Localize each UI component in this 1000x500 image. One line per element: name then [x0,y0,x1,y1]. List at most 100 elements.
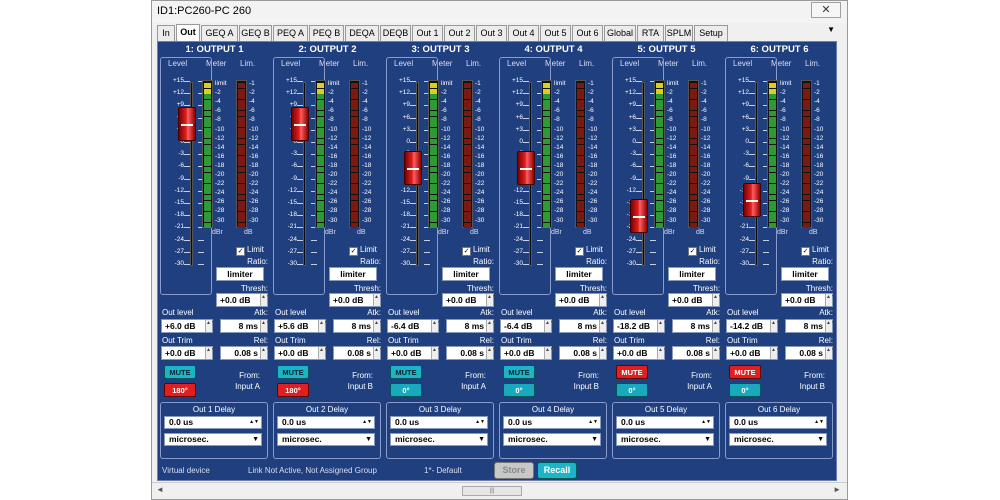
out-level-field[interactable]: +6.0 dB ▲▼ [161,319,216,333]
spin-arrows-icon[interactable]: ▲▼ [712,294,723,306]
delay-value-field[interactable]: 0.0 us ▲▼ [277,416,375,429]
limit-checkbox[interactable]: ✓ Limit [801,245,829,256]
fader-track[interactable] [755,82,758,266]
out-level-field[interactable]: -14.2 dB ▲▼ [726,319,781,333]
tab-splm[interactable]: SPLM [665,25,693,41]
scroll-left-icon[interactable]: ◄ [156,485,164,494]
rel-field[interactable]: 0.08 s ▲▼ [220,346,271,360]
spin-arrows-icon[interactable]: ▲▼ [657,320,668,332]
fader-knob[interactable] [630,199,648,233]
delay-unit-select[interactable]: microsec. ▼ [164,433,262,446]
limit-checkbox[interactable]: ✓ Limit [349,245,377,256]
out-level-field[interactable]: -6.4 dB ▲▼ [500,319,555,333]
atk-field[interactable]: 8 ms ▲▼ [446,319,497,333]
spin-arrows-icon[interactable]: ▲▼ [599,320,610,332]
dropdown-arrow-icon[interactable]: ▼ [817,434,824,445]
spin-arrows-icon[interactable]: ▲▼ [249,417,259,428]
tab-global[interactable]: Global [604,25,636,41]
atk-field[interactable]: 8 ms ▲▼ [220,319,271,333]
rel-field[interactable]: 0.08 s ▲▼ [672,346,723,360]
tab-in[interactable]: In [157,25,175,41]
atk-field[interactable]: 8 ms ▲▼ [559,319,610,333]
dropdown-arrow-icon[interactable]: ▼ [704,434,711,445]
spin-arrows-icon[interactable]: ▲▼ [260,320,271,332]
tab-out-3[interactable]: Out 3 [476,25,507,41]
tab-deqb[interactable]: DEQB [380,25,411,41]
mute-button[interactable]: MUTE [616,365,648,379]
ratio-field[interactable]: limiter [216,267,264,281]
mute-button[interactable]: MUTE [729,365,761,379]
store-button[interactable]: Store [494,462,534,479]
scroll-right-icon[interactable]: ► [833,485,841,494]
tab-setup[interactable]: Setup [694,25,728,41]
phase-button[interactable]: 180° [164,383,196,397]
rel-field[interactable]: 0.08 s ▲▼ [785,346,836,360]
spin-arrows-icon[interactable]: ▲▼ [657,347,668,359]
spin-arrows-icon[interactable]: ▲▼ [205,320,216,332]
phase-button[interactable]: 0° [729,383,761,397]
fader-knob[interactable] [404,151,422,185]
spin-arrows-icon[interactable]: ▲▼ [486,294,497,306]
phase-button[interactable]: 180° [277,383,309,397]
dropdown-arrow-icon[interactable]: ▼ [365,434,372,445]
spin-arrows-icon[interactable]: ▲▼ [770,320,781,332]
fader-knob[interactable] [743,182,761,217]
thresh-field[interactable]: +0.0 dB ▲▼ [668,293,723,307]
delay-unit-select[interactable]: microsec. ▼ [503,433,601,446]
delay-value-field[interactable]: 0.0 us ▲▼ [729,416,827,429]
delay-unit-select[interactable]: microsec. ▼ [616,433,714,446]
dropdown-arrow-icon[interactable]: ▼ [591,434,598,445]
delay-unit-select[interactable]: microsec. ▼ [390,433,488,446]
out-trim-field[interactable]: +0.0 dB ▲▼ [387,346,442,360]
limit-check-box[interactable]: ✓ [236,247,245,256]
spin-arrows-icon[interactable]: ▲▼ [544,347,555,359]
atk-field[interactable]: 8 ms ▲▼ [333,319,384,333]
thresh-field[interactable]: +0.0 dB ▲▼ [781,293,836,307]
delay-value-field[interactable]: 0.0 us ▲▼ [164,416,262,429]
ratio-field[interactable]: limiter [781,267,829,281]
spin-arrows-icon[interactable]: ▲▼ [825,347,836,359]
spin-arrows-icon[interactable]: ▲▼ [712,320,723,332]
horizontal-scrollbar[interactable]: ◄ ||| ► [152,482,847,499]
phase-button[interactable]: 0° [616,383,648,397]
spin-arrows-icon[interactable]: ▲▼ [373,294,384,306]
spin-arrows-icon[interactable]: ▲▼ [544,320,555,332]
limit-check-box[interactable]: ✓ [688,247,697,256]
fader-track[interactable] [642,82,645,266]
atk-field[interactable]: 8 ms ▲▼ [785,319,836,333]
spin-arrows-icon[interactable]: ▲▼ [362,417,372,428]
spin-arrows-icon[interactable]: ▲▼ [318,320,329,332]
spin-arrows-icon[interactable]: ▲▼ [373,320,384,332]
spin-arrows-icon[interactable]: ▲▼ [486,320,497,332]
ratio-field[interactable]: limiter [329,267,377,281]
limit-checkbox[interactable]: ✓ Limit [688,245,716,256]
out-trim-field[interactable]: +0.0 dB ▲▼ [500,346,555,360]
spin-arrows-icon[interactable]: ▲▼ [373,347,384,359]
scroll-thumb[interactable]: ||| [462,486,522,496]
limit-check-box[interactable]: ✓ [801,247,810,256]
spin-arrows-icon[interactable]: ▲▼ [260,347,271,359]
thresh-field[interactable]: +0.0 dB ▲▼ [329,293,384,307]
tab-out-4[interactable]: Out 4 [508,25,539,41]
mute-button[interactable]: MUTE [164,365,196,379]
mute-button[interactable]: MUTE [503,365,535,379]
phase-button[interactable]: 0° [390,383,422,397]
out-level-field[interactable]: -6.4 dB ▲▼ [387,319,442,333]
delay-value-field[interactable]: 0.0 us ▲▼ [503,416,601,429]
spin-arrows-icon[interactable]: ▲▼ [825,320,836,332]
tab-peq-a[interactable]: PEQ A [273,25,308,41]
spin-arrows-icon[interactable]: ▲▼ [701,417,711,428]
delay-unit-select[interactable]: microsec. ▼ [277,433,375,446]
delay-value-field[interactable]: 0.0 us ▲▼ [390,416,488,429]
spin-arrows-icon[interactable]: ▲▼ [260,294,271,306]
tab-out-6[interactable]: Out 6 [572,25,603,41]
out-trim-field[interactable]: +0.0 dB ▲▼ [274,346,329,360]
tab-menu-arrow-icon[interactable]: ▼ [827,25,835,34]
limit-checkbox[interactable]: ✓ Limit [462,245,490,256]
dropdown-arrow-icon[interactable]: ▼ [252,434,259,445]
spin-arrows-icon[interactable]: ▲▼ [814,417,824,428]
mute-button[interactable]: MUTE [390,365,422,379]
spin-arrows-icon[interactable]: ▲▼ [486,347,497,359]
tab-out-1[interactable]: Out 1 [412,25,443,41]
tab-out-5[interactable]: Out 5 [540,25,571,41]
